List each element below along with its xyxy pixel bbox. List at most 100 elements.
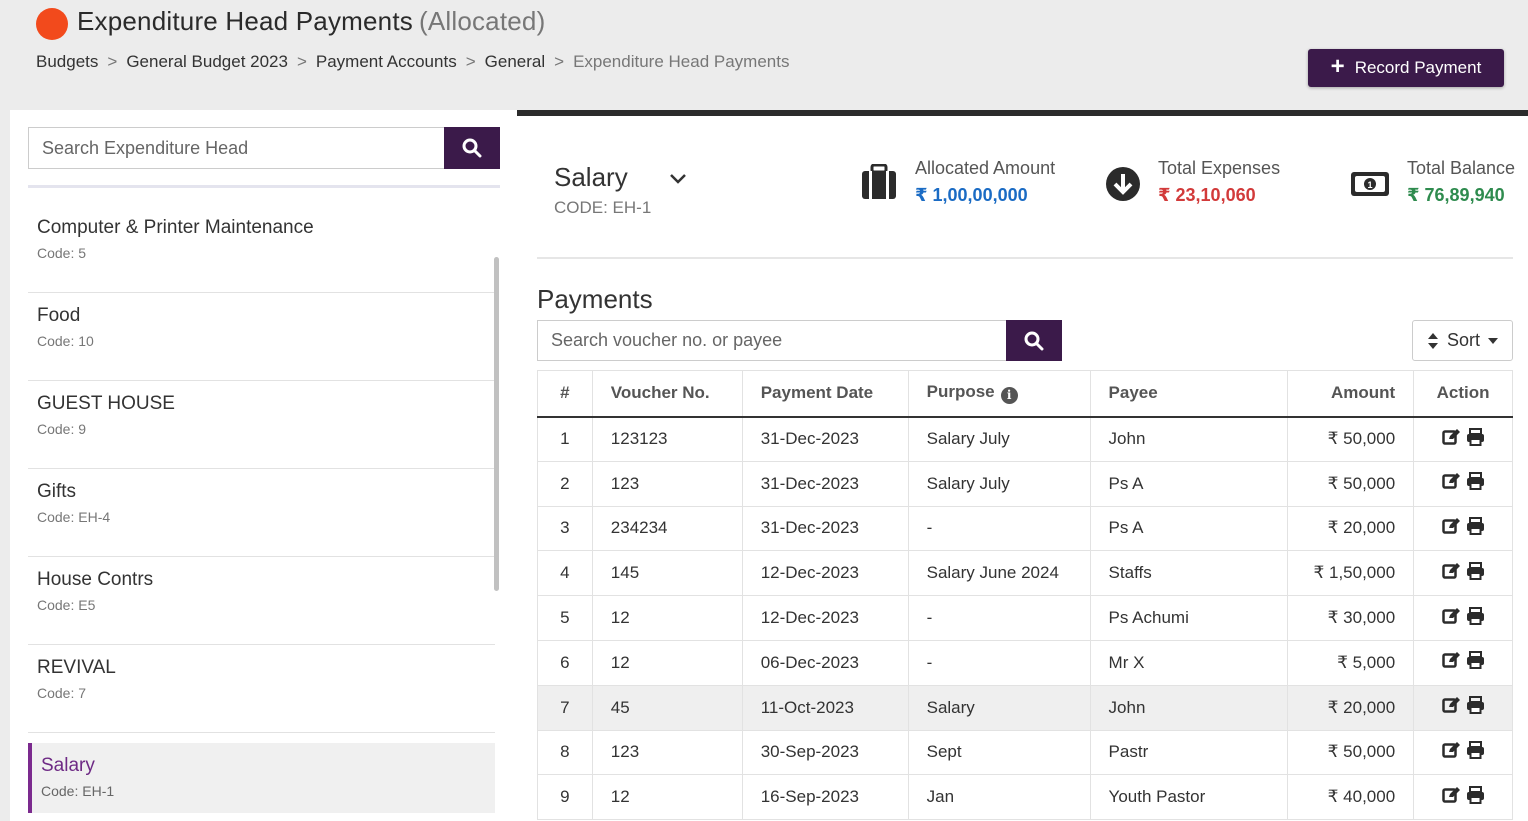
edit-icon[interactable] <box>1441 562 1461 580</box>
edit-icon[interactable] <box>1441 696 1461 714</box>
edit-icon[interactable] <box>1441 651 1461 669</box>
breadcrumb-general[interactable]: General <box>485 52 545 71</box>
chevron-right-icon: > <box>465 52 476 71</box>
print-icon[interactable] <box>1466 606 1485 625</box>
payments-search-button[interactable] <box>1006 320 1062 361</box>
table-row[interactable]: 8 123 30-Sep-2023 Sept Pastr ₹ 50,000 <box>537 730 1513 776</box>
print-icon[interactable] <box>1466 785 1485 804</box>
cell-number: 6 <box>537 640 593 686</box>
edit-icon[interactable] <box>1441 517 1461 535</box>
edit-icon[interactable] <box>1441 786 1461 804</box>
cell-number: 3 <box>537 506 593 552</box>
chevron-right-icon: > <box>296 52 307 71</box>
cell-date: 12-Dec-2023 <box>742 595 909 641</box>
cell-purpose: Salary June 2024 <box>908 550 1091 597</box>
allocated-amount-value: ₹ 1,00,00,000 <box>915 185 1028 205</box>
cell-voucher: 123123 <box>592 416 743 462</box>
sidebar-scrollbar[interactable] <box>494 205 499 797</box>
table-row[interactable]: 3 234234 31-Dec-2023- Ps A ₹ 20,000 <box>537 506 1513 552</box>
list-item[interactable]: Computer & Printer Maintenance Code: 5 <box>28 205 495 293</box>
edit-icon[interactable] <box>1441 741 1461 759</box>
table-header-row: # Voucher No. Payment Date Purpose i Paye… <box>537 370 1513 418</box>
cell-number: 2 <box>537 461 593 507</box>
print-icon[interactable] <box>1466 472 1485 491</box>
scrollbar-thumb[interactable] <box>494 257 499 591</box>
breadcrumb-general-budget[interactable]: General Budget 2023 <box>126 52 288 71</box>
list-item-name: Salary <box>41 755 95 776</box>
voucher-search-input[interactable] <box>537 320 1006 361</box>
list-item[interactable]: REVIVAL Code: 7 <box>28 645 495 733</box>
briefcase-icon <box>862 164 896 199</box>
cell-action <box>1413 730 1513 776</box>
sidebar-search-button[interactable] <box>444 127 500 169</box>
print-icon[interactable] <box>1466 740 1485 759</box>
breadcrumb-budgets[interactable]: Budgets <box>36 52 98 71</box>
allocated-amount-stat: Allocated Amount ₹ 1,00,00,000 <box>915 158 1055 206</box>
list-item[interactable]: Gifts Code: EH-4 <box>28 469 495 557</box>
cell-date: 31-Dec-2023 <box>742 506 909 552</box>
cell-payee: John <box>1090 416 1289 462</box>
table-row[interactable]: 4 145 12-Dec-2023 Salary June 2024 Staffs ₹ 1… <box>537 550 1513 597</box>
payments-table-body: 1 123123 31-Dec-2023 Salary July John ₹ 50,00… <box>537 416 1513 821</box>
edit-icon[interactable] <box>1441 607 1461 625</box>
page-title: Expenditure Head Payments (Allocated) <box>77 6 546 36</box>
list-item[interactable]: Food Code: 10 <box>28 293 495 381</box>
list-item-name: Food <box>37 305 81 326</box>
table-row[interactable]: 9 12 16-Sep-2023 Jan Youth Pastor ₹ 40,000 <box>537 774 1513 821</box>
cell-number: 1 <box>537 416 593 462</box>
list-item-code: Code: 5 <box>37 245 87 261</box>
record-payment-button[interactable]: + Record Payment <box>1308 49 1504 87</box>
cell-purpose: - <box>908 506 1091 552</box>
list-item-name: Gifts <box>37 481 77 502</box>
info-icon[interactable]: i <box>1000 387 1018 405</box>
chevron-right-icon: > <box>554 52 565 71</box>
print-icon[interactable] <box>1466 651 1485 670</box>
search-icon <box>462 138 482 158</box>
list-item-name: Computer & Printer Maintenance <box>37 217 314 238</box>
allocated-amount-label: Allocated Amount <box>915 158 1056 178</box>
print-icon[interactable] <box>1466 427 1485 446</box>
list-item[interactable]: House Contrs Code: E5 <box>28 557 495 645</box>
cell-amount: ₹ 1,50,000 <box>1287 550 1415 597</box>
cell-amount: ₹ 50,000 <box>1287 730 1415 776</box>
list-item[interactable]: GUEST HOUSE Code: 9 <box>28 381 495 469</box>
table-row[interactable]: 7 45 11-Oct-2023 Salary John ₹ 20,000 <box>537 685 1513 731</box>
payments-title: Payments <box>537 284 653 314</box>
plus-icon: + <box>1330 53 1345 80</box>
table-row[interactable]: 5 12 12-Dec-2023- Ps Achumi ₹ 30,000 <box>537 595 1513 641</box>
total-expenses-stat: Total Expenses ₹ 23,10,060 <box>1158 158 1280 206</box>
column-header-number: # <box>537 370 593 418</box>
edit-icon[interactable] <box>1441 428 1461 446</box>
breadcrumb-payment-accounts[interactable]: Payment Accounts <box>316 52 457 71</box>
cell-amount: ₹ 20,000 <box>1287 506 1415 552</box>
column-header-voucher: Voucher No. <box>592 370 743 418</box>
print-icon[interactable] <box>1466 561 1485 580</box>
cell-purpose: Sept <box>908 730 1091 776</box>
print-icon[interactable] <box>1466 696 1485 715</box>
cell-payee: Pastr <box>1090 730 1289 776</box>
record-payment-label: Record Payment <box>1354 58 1482 77</box>
total-expenses-label: Total Expenses <box>1158 158 1281 178</box>
table-row[interactable]: 2 123 31-Dec-2023 Salary July Ps A ₹ 50,000 <box>537 461 1513 507</box>
cell-date: 31-Dec-2023 <box>742 416 909 462</box>
column-header-action: Action <box>1413 370 1513 418</box>
table-row[interactable]: 6 12 06-Dec-2023- Mr X ₹ 5,000 <box>537 640 1513 686</box>
chevron-down-icon[interactable] <box>669 172 687 190</box>
cell-voucher: 123 <box>592 730 743 776</box>
list-item-selected[interactable]: Salary Code: EH-1 <box>28 743 495 813</box>
expenditure-head-name[interactable]: Salary <box>554 162 628 193</box>
cell-number: 9 <box>537 774 593 821</box>
sort-dropdown[interactable]: Sort <box>1412 320 1513 361</box>
print-icon[interactable] <box>1466 516 1485 535</box>
list-item-code: Code: EH-1 <box>41 783 115 799</box>
cell-date: 31-Dec-2023 <box>742 461 909 507</box>
column-header-date: Payment Date <box>742 370 909 418</box>
cell-voucher: 234234 <box>592 506 743 552</box>
cell-payee: Staffs <box>1090 550 1289 597</box>
expenditure-head-search-input[interactable] <box>28 127 444 169</box>
table-row[interactable]: 1 123123 31-Dec-2023 Salary July John ₹ 50,00… <box>537 416 1513 462</box>
edit-icon[interactable] <box>1441 472 1461 490</box>
sort-label: Sort <box>1446 330 1480 350</box>
cell-action <box>1413 550 1513 597</box>
cell-voucher: 45 <box>592 685 743 731</box>
